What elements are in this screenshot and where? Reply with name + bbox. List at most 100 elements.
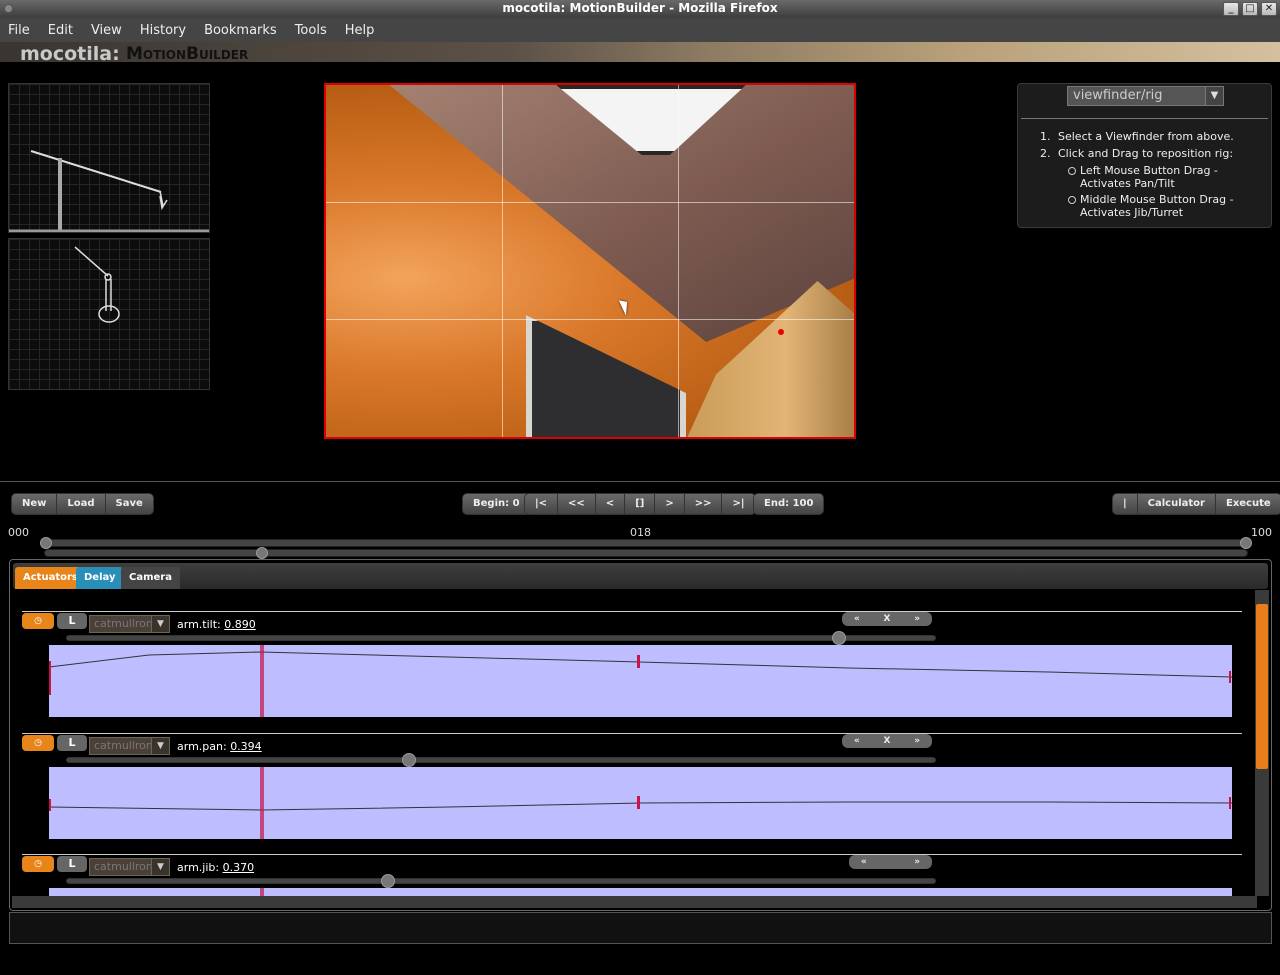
actuator-row-arm-jib: ◷ L catmullrom ▼ arm.jib: 0.370 « » — [22, 854, 1242, 896]
keyframe-controls: « X » — [842, 734, 932, 748]
calculator-button[interactable]: Calculator — [1138, 494, 1216, 514]
delete-key-button[interactable]: X — [884, 612, 891, 626]
actuators-panel: Actuators Delay Camera ◷ L catmullrom ▼ a… — [9, 559, 1272, 911]
actuator-label: arm.jib: 0.370 — [177, 861, 255, 874]
timeline-end-label: 100 — [1251, 526, 1272, 539]
execute-button[interactable]: Execute — [1216, 494, 1280, 514]
window-menu-icon[interactable] — [4, 4, 13, 13]
tab-camera[interactable]: Camera — [121, 567, 180, 589]
actuator-label: arm.pan: 0.394 — [177, 740, 262, 753]
chevron-down-icon: ▼ — [151, 616, 169, 632]
new-button[interactable]: New — [12, 494, 58, 514]
go-last-button[interactable]: >| — [722, 494, 754, 514]
value-slider-handle[interactable] — [402, 753, 416, 767]
range-slider[interactable] — [42, 539, 1252, 547]
menu-edit[interactable]: Edit — [44, 23, 73, 38]
menu-help[interactable]: Help — [341, 23, 375, 38]
next-key-button[interactable]: » — [914, 612, 920, 626]
scrollbar-thumb[interactable] — [1256, 604, 1268, 769]
rewind-button[interactable]: << — [558, 494, 596, 514]
value-slider-handle[interactable] — [832, 631, 846, 645]
keyframe-controls: « » — [849, 855, 932, 869]
menu-history[interactable]: History — [136, 23, 186, 38]
step-back-button[interactable]: < — [596, 494, 626, 514]
rig-side-view-diagram — [9, 150, 209, 233]
close-button[interactable]: ✕ — [1261, 2, 1277, 16]
window-title: mocotila: MotionBuilder - Mozilla Firefo… — [502, 1, 778, 15]
go-first-button[interactable]: |< — [525, 494, 559, 514]
product-name: MotionBuilder — [126, 44, 249, 64]
save-button[interactable]: Save — [106, 494, 153, 514]
actuator-row-arm-tilt: ◷ L catmullrom ▼ arm.tilt: 0.890 « X » — [22, 611, 1242, 721]
horizontal-scrollbar[interactable] — [12, 896, 1257, 908]
timeline-scrubber[interactable] — [44, 549, 1248, 557]
next-key-button[interactable]: » — [914, 734, 920, 748]
prev-key-button[interactable]: « — [854, 612, 860, 626]
menu-tools[interactable]: Tools — [291, 23, 327, 38]
lock-button[interactable]: L — [57, 613, 87, 629]
clock-icon[interactable]: ◷ — [22, 856, 54, 872]
window-titlebar: mocotila: MotionBuilder - Mozilla Firefo… — [0, 0, 1280, 18]
file-buttons: New Load Save — [11, 493, 154, 515]
instruction-substep-1: Left Mouse Button Drag - Activates Pan/T… — [1058, 164, 1265, 190]
interpolation-select[interactable]: catmullrom ▼ — [89, 737, 170, 755]
load-button[interactable]: Load — [57, 494, 106, 514]
viewfinder-select[interactable]: viewfinder/rig ▼ — [1067, 86, 1224, 106]
actuator-value[interactable]: 0.394 — [230, 740, 262, 753]
curve-editor[interactable] — [49, 888, 1232, 896]
tab-delay[interactable]: Delay — [76, 567, 124, 589]
side-view-panel[interactable] — [8, 83, 210, 233]
menu-file[interactable]: File — [4, 23, 30, 38]
menu-view[interactable]: View — [87, 23, 122, 38]
value-slider-handle[interactable] — [381, 874, 395, 888]
actuator-value[interactable]: 0.890 — [224, 618, 256, 631]
instructions-panel: viewfinder/rig ▼ 1. Select a Viewfinder f… — [1017, 83, 1272, 228]
menu-bar: File Edit View History Bookmarks Tools H… — [0, 18, 1280, 42]
actuator-row-arm-pan: ◷ L catmullrom ▼ arm.pan: 0.394 « X » — [22, 733, 1242, 843]
range-start-handle[interactable] — [40, 537, 52, 549]
curve-editor[interactable] — [48, 767, 1233, 839]
timeline-playhead[interactable] — [256, 547, 268, 559]
begin-frame-button[interactable]: Begin: 0 — [462, 493, 531, 515]
value-slider[interactable] — [66, 635, 936, 641]
next-key-button[interactable]: » — [914, 855, 920, 869]
end-frame-button[interactable]: End: 100 — [753, 493, 825, 515]
keyframe-controls: « X » — [842, 612, 932, 626]
range-end-handle[interactable] — [1240, 537, 1252, 549]
lock-button[interactable]: L — [57, 856, 87, 872]
separator-button[interactable]: | — [1113, 494, 1138, 514]
value-slider[interactable] — [66, 878, 936, 884]
fast-forward-button[interactable]: >> — [685, 494, 723, 514]
prev-key-button[interactable]: « — [861, 855, 867, 869]
value-slider[interactable] — [66, 757, 936, 763]
interpolation-select[interactable]: catmullrom ▼ — [89, 858, 170, 876]
prev-key-button[interactable]: « — [854, 734, 860, 748]
transport-buttons: |< << < [] > >> >| — [524, 493, 756, 515]
timeline-current-label: 018 — [630, 526, 651, 539]
menu-bookmarks[interactable]: Bookmarks — [200, 23, 277, 38]
vertical-scrollbar[interactable] — [1255, 590, 1269, 896]
instruction-substep-2: Middle Mouse Button Drag - Activates Jib… — [1058, 193, 1265, 219]
top-view-panel[interactable] — [8, 238, 210, 390]
timeline-start-label: 000 — [8, 526, 29, 539]
stop-button[interactable]: [] — [625, 494, 656, 514]
target-marker — [778, 329, 784, 335]
rig-top-view-diagram — [74, 246, 120, 323]
panel-tabs: Actuators Delay Camera — [13, 563, 1268, 589]
delete-key-button[interactable]: X — [884, 734, 891, 748]
action-buttons: | Calculator Execute — [1112, 493, 1280, 515]
step-forward-button[interactable]: > — [655, 494, 685, 514]
chevron-down-icon: ▼ — [151, 738, 169, 754]
clock-icon[interactable]: ◷ — [22, 735, 54, 751]
minimize-button[interactable]: _ — [1223, 2, 1239, 16]
interpolation-select[interactable]: catmullrom ▼ — [89, 615, 170, 633]
maximize-button[interactable]: □ — [1242, 2, 1258, 16]
instructions-list: 1. Select a Viewfinder from above. 2. Clic… — [1040, 130, 1265, 223]
instruction-step-2: Click and Drag to reposition rig: — [1058, 147, 1234, 160]
actuator-value[interactable]: 0.370 — [223, 861, 255, 874]
lock-button[interactable]: L — [57, 735, 87, 751]
clock-icon[interactable]: ◷ — [22, 613, 54, 629]
curve-editor[interactable] — [48, 645, 1233, 717]
instruction-step-1: Select a Viewfinder from above. — [1058, 130, 1234, 143]
camera-viewfinder[interactable] — [324, 83, 856, 439]
